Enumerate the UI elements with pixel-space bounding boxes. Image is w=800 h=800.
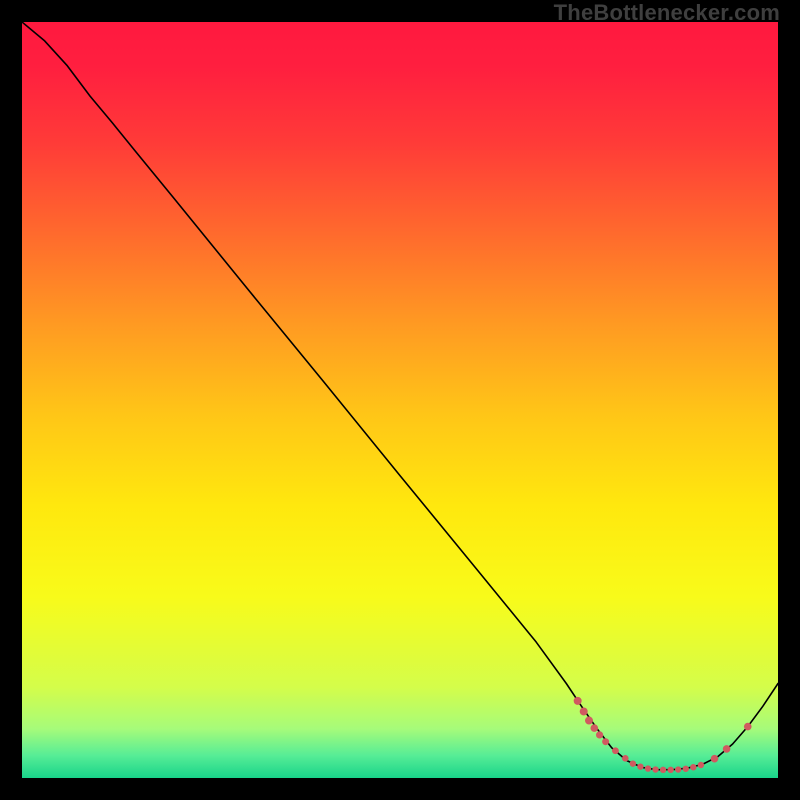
marker-dot [602, 738, 609, 745]
marker-dot [652, 766, 658, 772]
marker-dot [580, 707, 588, 715]
marker-dot [585, 717, 593, 725]
chart-stage: TheBottlenecker.com [0, 0, 800, 800]
marker-dot [622, 755, 629, 762]
plot-area [22, 22, 778, 778]
marker-dot [612, 747, 619, 754]
marker-dot [637, 763, 643, 769]
marker-dot [711, 755, 719, 763]
marker-dot [596, 731, 603, 738]
marker-dot [698, 762, 704, 768]
chart-svg [22, 22, 778, 778]
marker-dot [690, 764, 696, 770]
marker-dot [723, 745, 731, 753]
marker-dot [660, 767, 666, 773]
marker-dot [574, 697, 582, 705]
gradient-background [22, 22, 778, 778]
marker-dot [744, 723, 752, 731]
marker-dot [645, 765, 651, 771]
marker-dot [590, 724, 598, 732]
marker-dot [675, 766, 681, 772]
marker-dot [683, 766, 689, 772]
marker-dot [667, 767, 673, 773]
marker-dot [630, 760, 636, 766]
